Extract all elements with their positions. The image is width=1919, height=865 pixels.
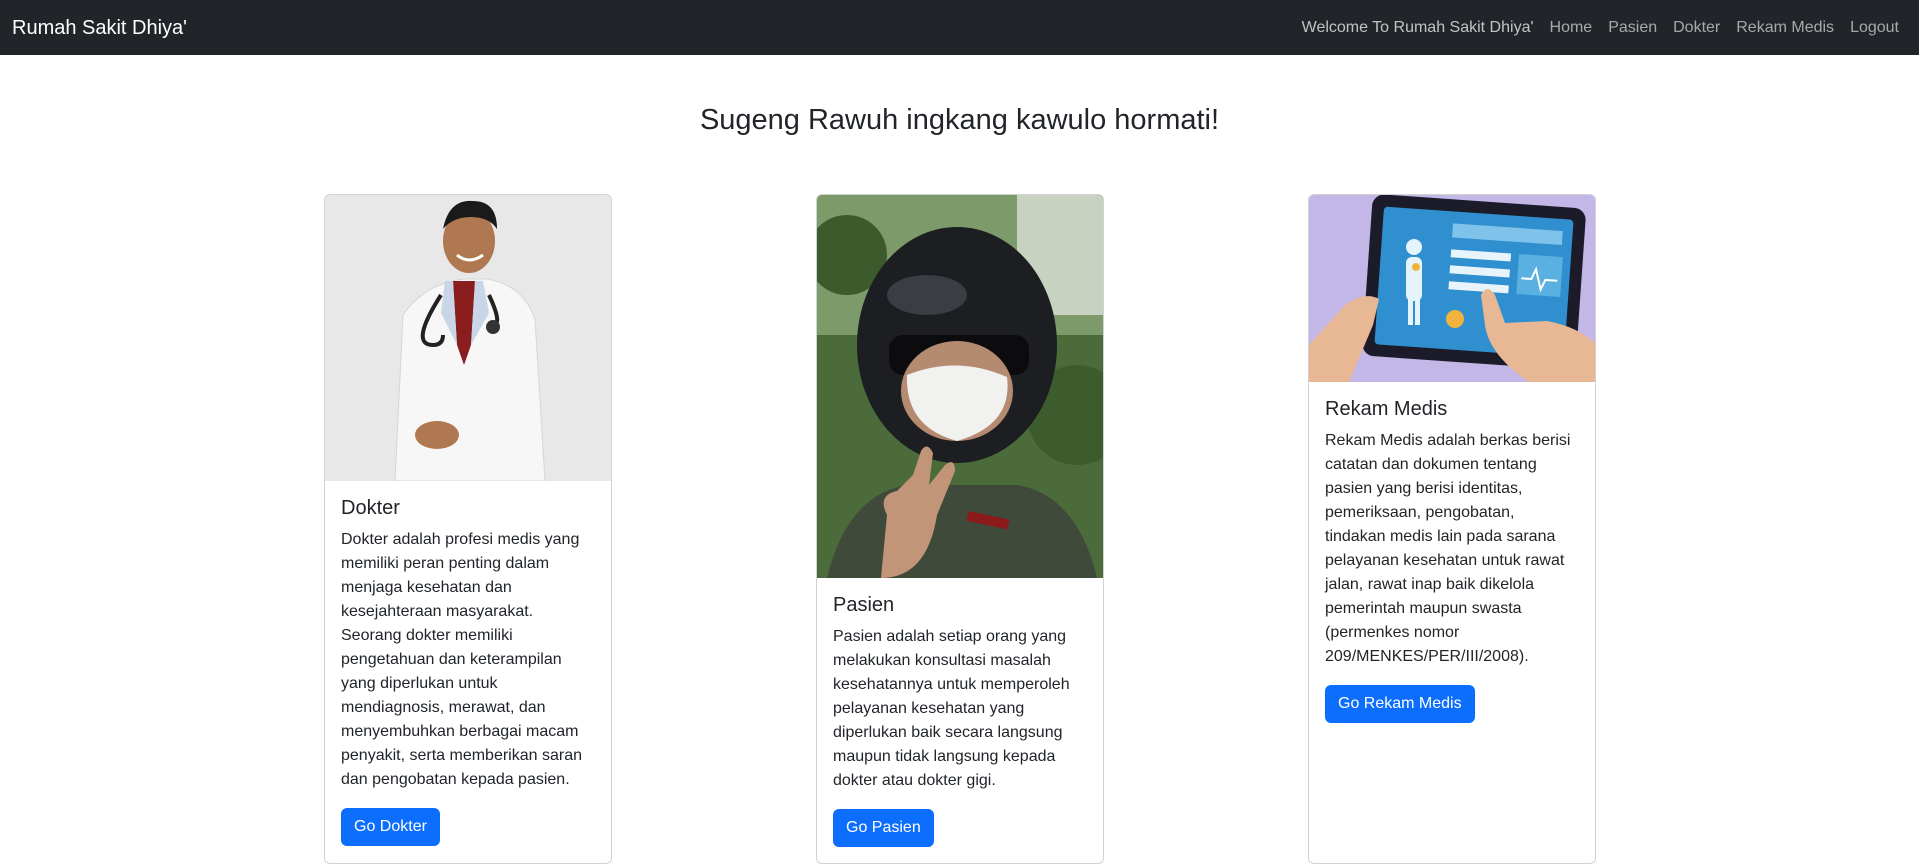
card-pasien: Pasien Pasien adalah setiap orang yang m…	[816, 194, 1104, 864]
card-text: Pasien adalah setiap orang yang melakuka…	[833, 628, 1070, 789]
go-dokter-button[interactable]: Go Dokter	[341, 808, 440, 846]
card-body: Rekam Medis Rekam Medis adalah berkas be…	[1309, 382, 1595, 739]
card-rekam-medis: Rekam Medis Rekam Medis adalah berkas be…	[1308, 194, 1596, 864]
tablet-illustration	[1309, 195, 1595, 382]
card-title: Dokter	[341, 497, 400, 519]
nav-welcome[interactable]: Welcome To Rumah Sakit Dhiya'	[1294, 19, 1542, 37]
nav-rekam-medis[interactable]: Rekam Medis	[1728, 19, 1842, 37]
card-body: Dokter Dokter adalah profesi medis yang …	[325, 481, 611, 862]
nav-home[interactable]: Home	[1542, 19, 1601, 37]
card-title: Rekam Medis	[1325, 398, 1448, 420]
go-pasien-button[interactable]: Go Pasien	[833, 809, 934, 847]
doctor-photo	[325, 195, 611, 481]
nav-pasien[interactable]: Pasien	[1600, 19, 1665, 37]
page-headline: Sugeng Rawuh ingkang kawulo hormati!	[699, 104, 1220, 136]
brand-link[interactable]: Rumah Sakit Dhiya'	[12, 18, 187, 38]
nav-dokter[interactable]: Dokter	[1665, 19, 1728, 37]
card-title: Pasien	[833, 594, 895, 616]
card-text: Rekam Medis adalah berkas berisi catatan…	[1325, 432, 1571, 665]
nav-logout[interactable]: Logout	[1842, 19, 1907, 37]
card-body: Pasien Pasien adalah setiap orang yang m…	[817, 578, 1103, 863]
patient-photo	[817, 195, 1103, 578]
card-dokter: Dokter Dokter adalah profesi medis yang …	[324, 194, 612, 864]
go-rekam-medis-button[interactable]: Go Rekam Medis	[1325, 685, 1475, 723]
top-navbar: Rumah Sakit Dhiya' Welcome To Rumah Saki…	[0, 0, 1919, 55]
nav-links: Welcome To Rumah Sakit Dhiya' Home Pasie…	[1294, 19, 1907, 37]
card-text: Dokter adalah profesi medis yang memilik…	[341, 531, 582, 788]
